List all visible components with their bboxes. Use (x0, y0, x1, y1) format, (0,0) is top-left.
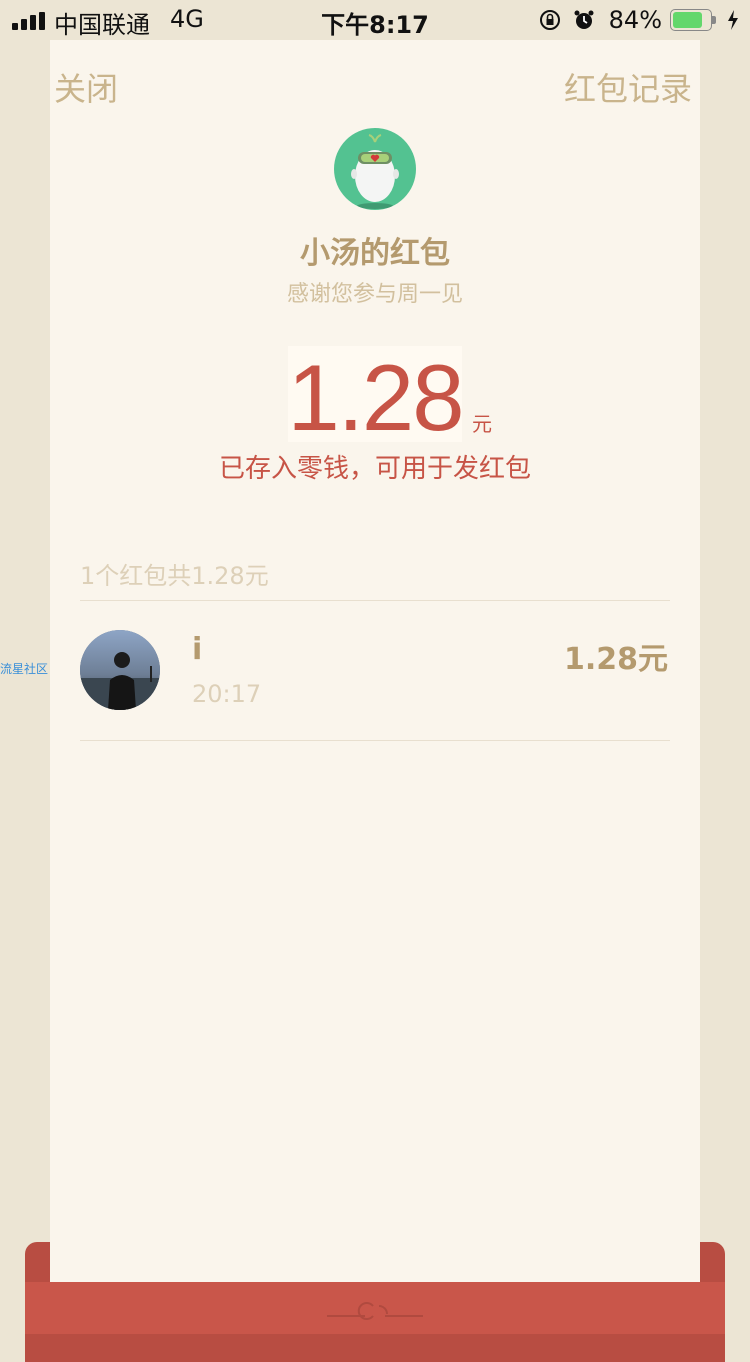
receive-amount: 1.28元 (563, 642, 668, 677)
packet-summary: 1个红包共1.28元 (80, 562, 269, 590)
divider-top (80, 600, 670, 601)
receive-time: 20:17 (192, 680, 262, 708)
sender-avatar[interactable] (334, 128, 416, 210)
red-packet-records-link[interactable]: 红包记录 (564, 64, 692, 110)
amount-value: 1.28 (287, 345, 465, 450)
close-button[interactable]: 关闭 (54, 64, 118, 110)
avatar[interactable] (80, 630, 160, 710)
envelope-front (25, 1282, 725, 1334)
watermark: 流星社区 (0, 662, 49, 676)
amount-block: 1.28 元 (50, 345, 700, 450)
battery-icon (670, 9, 716, 31)
amount-unit: 元 (472, 412, 492, 436)
receiver-name: i (192, 632, 203, 667)
person-photo-icon (80, 630, 160, 710)
charging-icon (728, 10, 738, 30)
alarm-icon (574, 10, 594, 29)
blessing-message: 感谢您参与周一见 (286, 282, 463, 307)
envelope-clasp-icon (327, 1302, 423, 1320)
status-bar: 中国联通 4G 下午8:17 84% (0, 0, 750, 40)
rotation-lock-icon (539, 10, 560, 30)
red-packet-detail-card: 关闭 红包记录 小汤的红包 感谢您参与周一见 1.28 元 已存入零钱，可用于发… (50, 40, 700, 1282)
battery-percent: 84% (608, 6, 662, 34)
robot-avatar-icon (351, 134, 399, 209)
list-item[interactable]: i 20:17 1.28元 (80, 630, 670, 730)
divider-bottom (80, 740, 670, 741)
saved-to-wallet-note[interactable]: 已存入零钱，可用于发红包 (50, 448, 700, 485)
status-right-group: 84% (539, 5, 740, 35)
sender-name: 小汤的红包 (300, 236, 450, 271)
